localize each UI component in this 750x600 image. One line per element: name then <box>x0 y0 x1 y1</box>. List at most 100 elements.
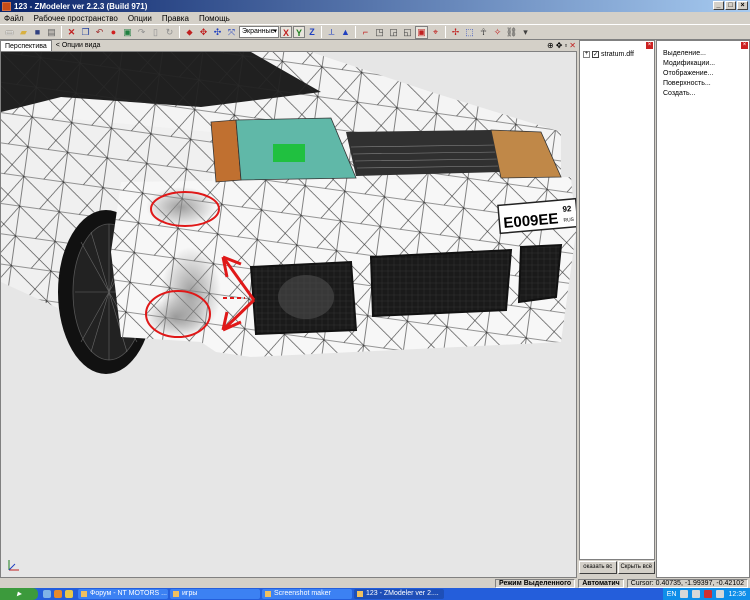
help-tray-icon[interactable] <box>680 590 689 598</box>
status-bar: Режим Выделенного Автоматич Cursor: 0.40… <box>0 578 750 588</box>
copy-icon[interactable]: ❐ <box>79 26 92 39</box>
zmodeler-window: 123 - ZModeler ver 2.2.3 (Build 971) _ □… <box>0 0 750 600</box>
vertex-mode-icon[interactable]: ⌐ <box>359 26 372 39</box>
axis-gizmo <box>8 560 19 571</box>
more-icon[interactable]: ▾ <box>519 26 532 39</box>
expand-icon[interactable]: + <box>583 51 590 58</box>
rotate-tool-icon[interactable]: ✣ <box>211 26 224 39</box>
menu-bar: Файл Рабочее пространство Опции Правка П… <box>0 12 750 24</box>
select-tool-icon[interactable]: ⬥ <box>183 26 196 39</box>
taskbar: ▸ Форум - NT MOTORS ... игры Screenshot … <box>0 588 750 600</box>
plate-suffix: RUS <box>563 217 575 224</box>
language-indicator[interactable]: EN <box>667 591 677 598</box>
car-wireframe-render: E009EE 92 RUS <box>1 52 576 571</box>
undo-icon[interactable]: ↶ <box>93 26 106 39</box>
minimize-button[interactable]: _ <box>713 1 724 10</box>
taskbar-item-forum[interactable]: Форум - NT MOTORS ... <box>78 589 168 599</box>
command-modify[interactable]: Модификации... <box>663 60 715 67</box>
maximize-button[interactable]: □ <box>725 1 736 10</box>
command-display[interactable]: Отображение... <box>663 70 713 77</box>
pivot-icon[interactable]: ✢ <box>449 26 462 39</box>
menu-file[interactable]: Файл <box>4 14 24 23</box>
command-select[interactable]: Выделение... <box>663 50 706 57</box>
mesh-mode-icon[interactable]: ▣ <box>415 25 428 39</box>
helper-icon[interactable]: ✧ <box>491 26 504 39</box>
tree-item-stratum[interactable]: + ✓ stratum.dff <box>583 51 634 58</box>
axis-y-toggle[interactable]: Y <box>293 26 305 38</box>
render-icon[interactable]: ▣ <box>121 26 134 39</box>
title-bar[interactable]: 123 - ZModeler ver 2.2.3 (Build 971) _ □… <box>0 0 750 12</box>
close-panel-icon[interactable]: × <box>741 42 748 49</box>
clock: 12:36 <box>728 590 746 598</box>
viewport-3d[interactable]: E009EE 92 RUS <box>0 51 577 578</box>
coordinate-system-select[interactable]: Экранные <box>239 26 279 38</box>
viewport-header: Перспектива < Опции вида ⊕ ✥ ▫ ✕ <box>0 40 577 51</box>
status-auto: Автоматич <box>578 578 624 588</box>
taskbar-item-zmodeler[interactable]: 123 - ZModeler ver 2.... <box>354 589 444 599</box>
new-file-icon[interactable]: ▭ <box>3 26 16 39</box>
toolbar-separator <box>61 26 62 38</box>
edge-mode-icon[interactable]: ◳ <box>373 26 386 39</box>
quicklaunch-desktop-icon[interactable] <box>43 590 51 598</box>
app-icon <box>2 1 11 11</box>
quicklaunch-media-icon[interactable] <box>65 590 73 598</box>
quicklaunch-browser-icon[interactable] <box>54 590 62 598</box>
close-button[interactable]: × <box>737 1 748 10</box>
show-all-button[interactable]: оказать вс <box>579 561 617 574</box>
pan-icon[interactable]: ✥ <box>556 41 563 50</box>
close-panel-icon[interactable]: × <box>646 42 653 49</box>
taskbar-item-screenshot[interactable]: Screenshot maker <box>262 589 352 599</box>
toolbar-separator <box>321 26 322 38</box>
status-mode: Режим Выделенного <box>495 578 576 588</box>
command-panel: × Выделение... Модификации... Отображени… <box>656 40 750 578</box>
tab-perspective[interactable]: Перспектива <box>0 40 52 51</box>
paste-icon[interactable]: ▯ <box>149 26 162 39</box>
toolbar-separator <box>445 26 446 38</box>
print-icon[interactable]: ▤ <box>45 26 58 39</box>
face-mode-icon[interactable]: ◲ <box>387 26 400 39</box>
visibility-checkbox[interactable]: ✓ <box>592 51 599 58</box>
close-viewport-icon[interactable]: ✕ <box>569 41 576 50</box>
move-tool-icon[interactable]: ✥ <box>197 26 210 39</box>
object-mode-icon[interactable]: ◱ <box>401 26 414 39</box>
link-icon[interactable]: ⛓ <box>505 26 518 39</box>
main-toolbar: ▭ ▰ ■ ▤ ✕ ❐ ↶ ● ▣ ↷ ▯ ↻ ⬥ ✥ ✣ ⤧ Экранные… <box>0 24 750 40</box>
command-create[interactable]: Создать... <box>663 90 695 97</box>
zoom-icon[interactable]: ⊕ <box>547 41 554 50</box>
axis-x-toggle[interactable]: X <box>280 26 292 38</box>
menu-workspace[interactable]: Рабочее пространство <box>34 14 118 23</box>
scale-tool-icon[interactable]: ⤧ <box>225 26 238 39</box>
toolbar-separator <box>179 26 180 38</box>
axis-z-toggle[interactable]: Z <box>306 26 318 38</box>
network-tray-icon[interactable] <box>692 590 701 598</box>
start-button[interactable]: ▸ <box>0 588 38 600</box>
menu-help[interactable]: Помощь <box>199 14 230 23</box>
dummy-mode-icon[interactable]: ⌖ <box>429 26 442 39</box>
window-title: 123 - ZModeler ver 2.2.3 (Build 971) <box>14 1 148 11</box>
open-folder-icon[interactable]: ▰ <box>17 26 30 39</box>
save-icon[interactable]: ■ <box>31 26 44 39</box>
maximize-viewport-icon[interactable]: ▫ <box>564 41 567 50</box>
command-surface[interactable]: Поверхность... <box>663 80 711 87</box>
system-tray: EN 12:36 <box>662 588 750 600</box>
move-axis-icon[interactable]: ⟂ <box>325 26 338 39</box>
snap-icon[interactable]: ⬚ <box>463 26 476 39</box>
hide-all-button[interactable]: Скрыть всё <box>617 561 655 574</box>
plate-region: 92 <box>562 204 572 214</box>
delete-icon[interactable]: ✕ <box>65 26 78 39</box>
volume-tray-icon[interactable] <box>716 590 725 598</box>
refresh-icon[interactable]: ↻ <box>163 26 176 39</box>
menu-edit[interactable]: Правка <box>162 14 189 23</box>
figure-icon[interactable]: ☥ <box>477 26 490 39</box>
tree-item-label: stratum.dff <box>601 51 634 58</box>
taskbar-item-games[interactable]: игры <box>170 589 260 599</box>
record-icon[interactable]: ● <box>107 26 120 39</box>
antivirus-tray-icon[interactable] <box>704 590 713 598</box>
redo-icon[interactable]: ↷ <box>135 26 148 39</box>
view-options-button[interactable]: < Опции вида <box>52 42 101 49</box>
tree-buttons: оказать вс Скрыть всё <box>579 561 655 574</box>
toolbar-separator <box>355 26 356 38</box>
triangle-mode-icon[interactable]: ▲ <box>339 26 352 39</box>
menu-options[interactable]: Опции <box>128 14 152 23</box>
status-cursor: Cursor: 0.40735, -1.99397, -0.42102 <box>626 578 748 588</box>
